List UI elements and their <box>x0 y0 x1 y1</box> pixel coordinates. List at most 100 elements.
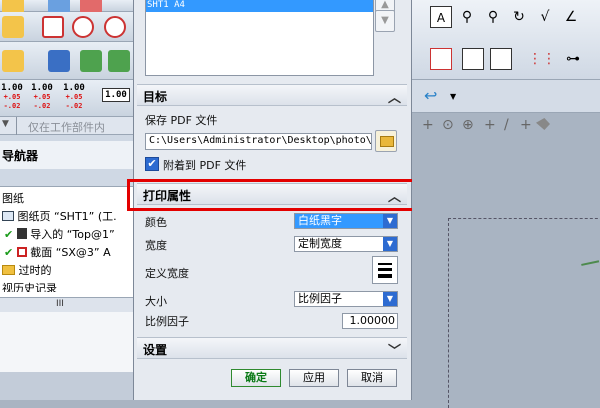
tolerance-3[interactable]: 1.00 +.05 -.02 <box>62 84 86 111</box>
check-mark-icon[interactable]: √ <box>534 6 556 28</box>
pdf-path-input[interactable]: C:\Users\Administrator\Desktop\photo\# <box>145 133 372 150</box>
tol-value: 1.00 <box>31 83 53 93</box>
section-target-header[interactable]: 目标 ︿ <box>137 84 407 106</box>
measure-icon[interactable]: ⊶ <box>562 48 584 70</box>
shape-icon[interactable] <box>536 118 550 130</box>
tolerance-1[interactable]: 1.00 +.05 -.02 <box>0 84 24 111</box>
divider <box>16 117 17 135</box>
toolbar-row-3 <box>0 42 133 80</box>
line-width-icon <box>378 263 392 265</box>
size-select-value: 比例因子 <box>298 292 342 305</box>
zoom-icon[interactable]: ⚲ <box>456 6 478 28</box>
undo-arrow-icon[interactable]: ↩ <box>424 86 437 105</box>
custom-width-label: 定义宽度 <box>145 267 189 280</box>
note-icon[interactable] <box>2 50 24 72</box>
folder-icon <box>2 265 15 275</box>
plus-icon[interactable]: + <box>484 117 496 133</box>
cube-green-icon[interactable] <box>80 50 102 72</box>
section-settings-header[interactable]: 设置 ﹀ <box>137 337 407 359</box>
move-down-button[interactable]: ▼ <box>375 10 395 32</box>
navigator-title: 导航器 <box>0 141 133 169</box>
sheet-list-item[interactable]: SHT1 A4 <box>146 0 373 12</box>
right-toolbar-2: ↩ ▼ <box>412 80 600 113</box>
check-icon: ✔ <box>4 228 14 241</box>
frame-icon[interactable] <box>430 48 452 70</box>
snap-toolbar: + ⊙ ⊕ + / + <box>412 114 600 138</box>
size-label: 大小 <box>145 295 167 308</box>
arrow-down-icon: ▼ <box>381 15 389 26</box>
tree-item-label: 导入的 “Top@1” <box>30 228 115 241</box>
tree-item-drawing[interactable]: 图纸 <box>2 190 135 208</box>
sheet-icon <box>2 211 14 221</box>
cube-update-icon[interactable] <box>108 50 130 72</box>
tree-item-label: 过时的 <box>18 264 52 277</box>
tol-value: 1.00 <box>105 90 127 100</box>
filter-input[interactable]: 仅在工作部件内 <box>28 119 105 135</box>
tol-plus: +.05 <box>33 93 51 101</box>
tree-item-history[interactable]: 视历史记录 <box>2 280 135 292</box>
ok-button[interactable]: 确定 <box>231 369 281 387</box>
tolerance-4[interactable]: 1.00 <box>102 88 130 102</box>
view-icon <box>16 228 27 239</box>
tol-minus: -.02 <box>33 102 51 110</box>
size-select[interactable]: 比例因子 ▼ <box>294 291 398 307</box>
tol-plus: +.05 <box>3 93 21 101</box>
chevron-down-icon[interactable]: ﹀ <box>388 340 401 359</box>
rotate-icon[interactable]: ↻ <box>508 6 530 28</box>
tree-item-outdated[interactable]: 过时的 <box>2 262 135 280</box>
width-select[interactable]: 定制宽度 ▼ <box>294 236 398 252</box>
tree-item-label: 图纸页 “SHT1” (工. <box>17 210 117 223</box>
tree-scrollbar[interactable]: III <box>0 298 133 312</box>
drawing-view-icon[interactable] <box>42 16 64 38</box>
right-toolbar: A ⚲ ⚲ ↻ √ ∠ ⋮⋮ ⊶ <box>412 0 600 80</box>
tol-minus: -.02 <box>65 102 83 110</box>
cube-blue-icon[interactable] <box>48 50 70 72</box>
table-icon[interactable] <box>490 48 512 70</box>
toolbar-row-2 <box>0 12 133 42</box>
zoom-out-icon[interactable]: ⚲ <box>482 6 504 28</box>
tree-item-sheet[interactable]: 图纸页 “SHT1” (工. <box>2 208 135 226</box>
crosshair-icon[interactable]: + <box>422 117 434 133</box>
line-icon[interactable]: / <box>504 117 509 133</box>
chevron-down-icon[interactable]: ▼ <box>2 119 9 129</box>
text-icon[interactable]: A <box>430 6 452 28</box>
center-icon[interactable]: ⊙ <box>442 117 454 133</box>
browse-button[interactable] <box>375 130 397 152</box>
angle-icon[interactable]: ∠ <box>560 6 582 28</box>
point-icon[interactable]: ⊕ <box>462 117 474 133</box>
chevron-down-icon[interactable]: ▼ <box>450 92 456 101</box>
border-icon[interactable] <box>462 48 484 70</box>
chevron-down-icon: ▼ <box>383 237 397 251</box>
grid-icon[interactable]: ⋮⋮ <box>528 48 556 70</box>
scale-input[interactable]: 1.00000 <box>342 313 398 329</box>
sheet-icon[interactable] <box>2 16 24 38</box>
line-width-icon-3 <box>378 274 392 278</box>
toolbar-row-1 <box>0 0 133 14</box>
tree-item-label: 视历史记录 <box>2 282 57 292</box>
drawing-border <box>448 218 600 408</box>
section-title: 设置 <box>143 343 168 357</box>
filter-bar: ▼ 仅在工作部件内 <box>0 117 133 135</box>
attach-checkbox[interactable]: ✔ <box>145 157 159 171</box>
chevron-down-icon: ▼ <box>383 214 397 228</box>
tol-plus: +.05 <box>65 93 83 101</box>
attach-label: 附着到 PDF 文件 <box>163 159 247 172</box>
section-view-icon[interactable] <box>72 16 94 38</box>
line-width-button[interactable] <box>372 256 398 284</box>
tree-item-section[interactable]: ✔ 截面 “SX@3” A <box>4 244 137 262</box>
color-select[interactable]: 白纸黑字 ▼ <box>294 213 398 229</box>
chevron-up-icon[interactable]: ︿ <box>388 87 401 106</box>
tree-item-import[interactable]: ✔ 导入的 “Top@1” <box>4 226 137 244</box>
cancel-button[interactable]: 取消 <box>347 369 397 387</box>
color-select-value: 白纸黑字 <box>298 214 342 227</box>
color-label: 颜色 <box>145 216 167 229</box>
detail-view-icon[interactable] <box>104 16 126 38</box>
tol-value: 1.00 <box>1 83 23 93</box>
tolerance-2[interactable]: 1.00 +.05 -.02 <box>30 84 54 111</box>
check-icon: ✔ <box>147 157 157 170</box>
intersect-icon[interactable]: + <box>520 117 532 133</box>
apply-button[interactable]: 应用 <box>289 369 339 387</box>
left-bottom-area <box>0 372 133 400</box>
section-title: 目标 <box>143 90 168 104</box>
highlight-annotation <box>127 179 427 211</box>
